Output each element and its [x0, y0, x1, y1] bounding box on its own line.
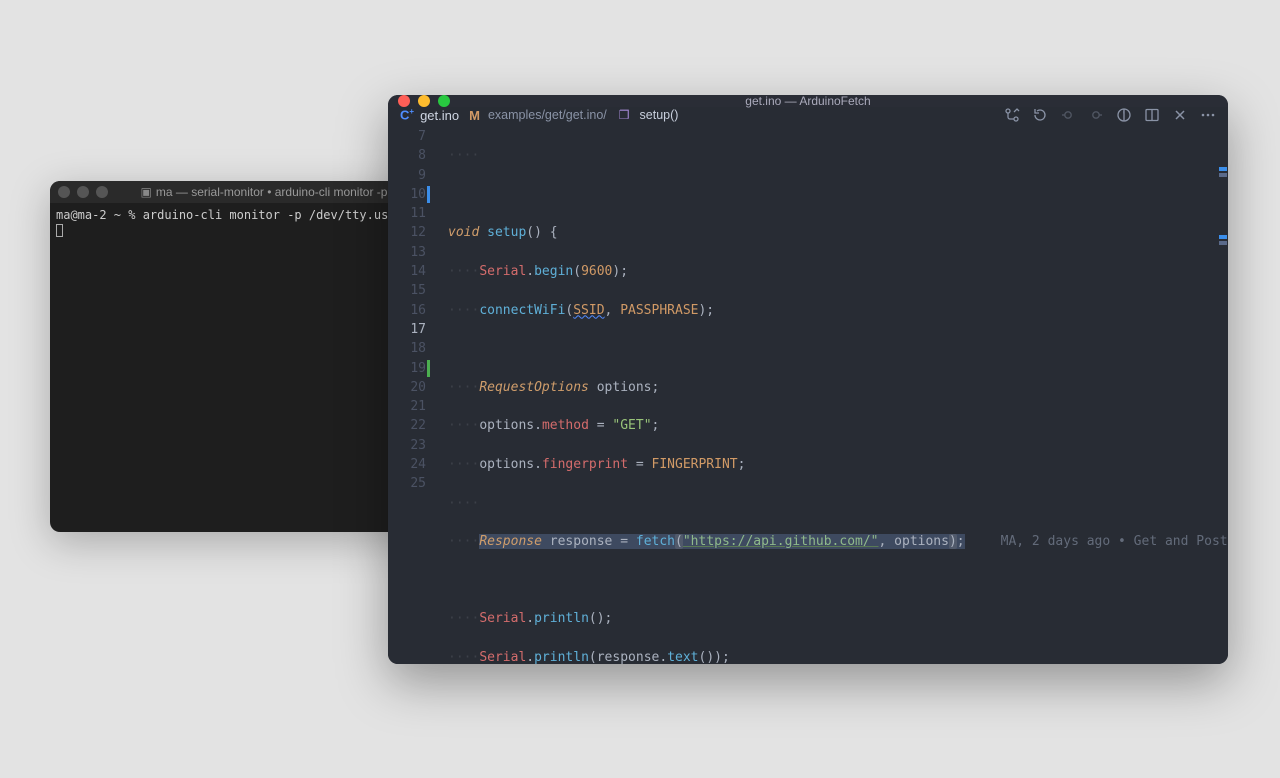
- code-line: void setup() {: [448, 223, 1228, 242]
- breadcrumb-path[interactable]: examples/get/get.ino/: [488, 108, 607, 122]
- minimize-icon[interactable]: [77, 186, 89, 198]
- modified-badge: M: [469, 108, 480, 123]
- code-line: ····options.method = "GET";: [448, 416, 1228, 435]
- close-icon[interactable]: [398, 95, 410, 107]
- code-line: ····: [448, 494, 1228, 513]
- zoom-icon[interactable]: [96, 186, 108, 198]
- editor-titlebar[interactable]: get.ino — ArduinoFetch: [388, 95, 1228, 107]
- minimize-icon[interactable]: [418, 95, 430, 107]
- code-line: [448, 571, 1228, 590]
- split-editor-icon[interactable]: [1144, 107, 1160, 123]
- code-line: [448, 185, 1228, 204]
- editor-body[interactable]: 7 8 9 10 11 12 13 14 15 16 17 18 19 20 2…: [388, 123, 1228, 664]
- symbol-icon: ❒: [619, 108, 630, 122]
- revert-icon[interactable]: [1032, 107, 1048, 123]
- compare-changes-icon[interactable]: [1004, 107, 1020, 123]
- toggle-view-icon[interactable]: [1116, 107, 1132, 123]
- code-line: ····Serial.println();: [448, 609, 1228, 628]
- git-blame-codelens: MA, 2 days ago • Get and Post example: [1001, 534, 1228, 549]
- code-line: ····Serial.begin(9600);: [448, 262, 1228, 281]
- code-area[interactable]: ···· void setup() { ····Serial.begin(960…: [436, 123, 1228, 664]
- line-gutter: 7 8 9 10 11 12 13 14 15 16 17 18 19 20 2…: [388, 123, 436, 664]
- code-line: [448, 339, 1228, 358]
- code-line: ····Serial.println(response.text());: [448, 648, 1228, 664]
- code-line: ····: [448, 146, 1228, 165]
- code-line: ····options.fingerprint = FINGERPRINT;: [448, 455, 1228, 474]
- terminal-cursor: [56, 224, 63, 237]
- prev-change-icon[interactable]: [1060, 107, 1076, 123]
- code-line: ····RequestOptions options;: [448, 378, 1228, 397]
- minimap[interactable]: [1218, 123, 1228, 664]
- zoom-icon[interactable]: [438, 95, 450, 107]
- editor-tabbar: C+ get.ino M examples/get/get.ino/ ❒ set…: [388, 107, 1228, 123]
- folder-icon: ▣: [141, 185, 152, 199]
- more-actions-icon[interactable]: [1200, 107, 1216, 123]
- editor-window: get.ino — ArduinoFetch C+ get.ino M exam…: [388, 95, 1228, 664]
- breadcrumb-function[interactable]: setup(): [640, 108, 679, 122]
- code-line: ····connectWiFi(SSID, PASSPHRASE);: [448, 301, 1228, 320]
- next-change-icon[interactable]: [1088, 107, 1104, 123]
- file-tab[interactable]: get.ino: [420, 108, 459, 123]
- close-tab-icon[interactable]: [1172, 107, 1188, 123]
- close-icon[interactable]: [58, 186, 70, 198]
- tabbar-actions: [1004, 107, 1216, 123]
- code-line: ····Response response = fetch("https://a…: [448, 532, 1228, 551]
- cpp-file-icon: C+: [400, 107, 414, 122]
